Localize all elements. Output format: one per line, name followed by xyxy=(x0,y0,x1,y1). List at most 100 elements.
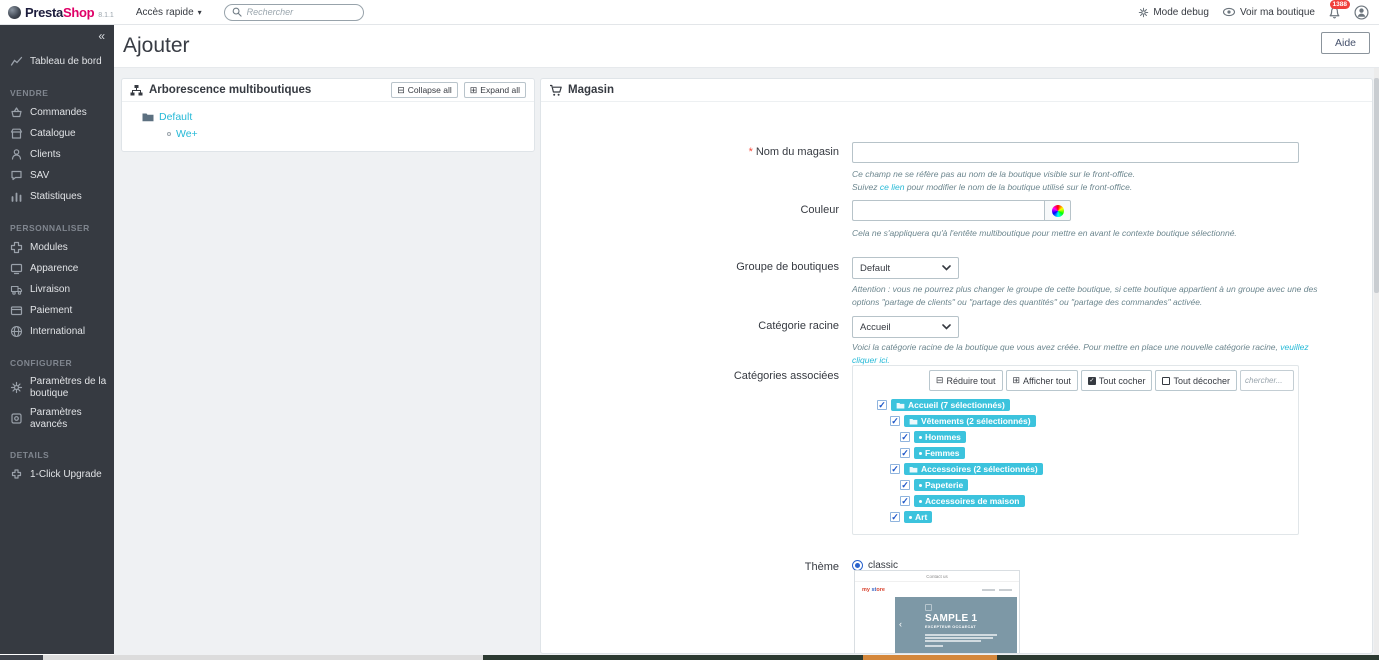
checked-box-icon: ✓ xyxy=(1088,377,1096,385)
categories-toolbar: ⊟ Réduire tout ⊞ Afficher tout ✓ Tout co… xyxy=(853,366,1298,391)
sidebar-section-configurer: CONFIGURER xyxy=(10,358,114,368)
dashboard-chart-icon xyxy=(10,55,23,68)
topbar: PrestaShop 8.1.1 Accès rapide ▾ Mode deb… xyxy=(0,0,1379,25)
root-category-select[interactable]: Accueil xyxy=(852,316,959,338)
sidebar-item-1-click-upgrade[interactable]: 1-Click Upgrade xyxy=(0,464,114,485)
sidebar: « Tableau de bord VENDRE Commandes Catal… xyxy=(0,25,114,654)
view-shop-label: Voir ma boutique xyxy=(1240,7,1315,18)
sidebar-item-sav[interactable]: SAV xyxy=(0,165,114,186)
person-icon xyxy=(10,148,23,161)
theme-preview-thumbnail: Contact us my store ‹ SAMPLE 1 EXCEPTEUR… xyxy=(854,570,1020,654)
categories-tree-widget: ⊟ Réduire tout ⊞ Afficher tout ✓ Tout co… xyxy=(852,365,1299,535)
prestashop-logo[interactable]: PrestaShop 8.1.1 xyxy=(8,5,114,20)
profile-button[interactable] xyxy=(1354,5,1369,20)
category-tree-item[interactable]: ✓ Accessoires de maison xyxy=(900,495,1298,507)
sidebar-item-label: 1-Click Upgrade xyxy=(30,469,102,481)
search-input[interactable] xyxy=(247,7,347,17)
scrollbar-thumb[interactable] xyxy=(1374,78,1379,293)
sidebar-item-clients[interactable]: Clients xyxy=(0,144,114,165)
quick-access-menu[interactable]: Accès rapide ▾ xyxy=(136,7,202,18)
globe-icon xyxy=(10,325,23,338)
bullet-icon xyxy=(919,500,922,503)
bullet-icon xyxy=(909,516,912,519)
category-label: Accessoires (2 sélectionnés) xyxy=(921,464,1038,474)
sidebar-item-parametres-avances[interactable]: Paramètres avancés xyxy=(0,403,114,434)
multistore-group-link[interactable]: Default xyxy=(159,111,192,123)
global-search[interactable] xyxy=(224,4,364,21)
shop-group-value: Default xyxy=(860,263,890,274)
help-button[interactable]: Aide xyxy=(1321,32,1370,54)
color-picker-button[interactable] xyxy=(1044,200,1071,221)
quick-access-label: Accès rapide xyxy=(136,7,194,18)
category-tree-item[interactable]: ✓ Art xyxy=(890,511,1298,523)
shop-name-help-link[interactable]: ce lien xyxy=(880,182,905,192)
gear-icon xyxy=(10,381,23,394)
mode-debug-button[interactable]: Mode debug xyxy=(1138,7,1209,18)
sidebar-item-commandes[interactable]: Commandes xyxy=(0,102,114,123)
sidebar-item-international[interactable]: International xyxy=(0,321,114,342)
preview-contact-link: Contact us xyxy=(855,571,1019,582)
sidebar-section-personnaliser: PERSONNALISER xyxy=(10,223,114,233)
sidebar-item-apparence[interactable]: Apparence xyxy=(0,258,114,279)
categories-label: Catégories associées xyxy=(541,370,839,382)
sidebar-item-label: Paramètres avancés xyxy=(30,407,110,430)
preview-nav-links xyxy=(982,589,1012,591)
view-shop-button[interactable]: Voir ma boutique xyxy=(1222,7,1315,18)
category-tree-item[interactable]: ✓ Accueil (7 sélectionnés) xyxy=(877,399,1298,411)
sidebar-item-tableau-de-bord[interactable]: Tableau de bord xyxy=(0,51,114,72)
sidebar-item-statistiques[interactable]: Statistiques xyxy=(0,186,114,207)
shop-group-select[interactable]: Default xyxy=(852,257,959,279)
checkbox-icon[interactable]: ✓ xyxy=(900,480,910,490)
uncheck-all-button[interactable]: Tout décocher xyxy=(1155,370,1237,391)
chevron-down-icon xyxy=(942,324,951,330)
checkbox-icon[interactable]: ✓ xyxy=(877,400,887,410)
checkbox-icon[interactable]: ✓ xyxy=(890,464,900,474)
category-tree-item[interactable]: ✓ Accessoires (2 sélectionnés) xyxy=(890,463,1298,475)
color-input[interactable] xyxy=(852,200,1044,221)
category-label: Femmes xyxy=(925,448,960,458)
puzzle-icon xyxy=(10,241,23,254)
checkbox-icon[interactable]: ✓ xyxy=(890,416,900,426)
bar-chart-icon xyxy=(10,190,23,203)
check-all-button[interactable]: ✓ Tout cocher xyxy=(1081,370,1153,391)
checkbox-icon[interactable]: ✓ xyxy=(900,432,910,442)
multistore-tree-title: Arborescence multiboutiques xyxy=(149,84,311,96)
category-tree-item[interactable]: ✓ Vêtements (2 sélectionnés) xyxy=(890,415,1298,427)
sidebar-item-paiement[interactable]: Paiement xyxy=(0,300,114,321)
sidebar-item-modules[interactable]: Modules xyxy=(0,237,114,258)
puzzle-piece-icon xyxy=(10,468,23,481)
reduce-all-button[interactable]: ⊟ Réduire tout xyxy=(929,370,1003,391)
shop-group-label: Groupe de boutiques xyxy=(541,261,839,273)
categories-search-input[interactable] xyxy=(1240,370,1294,391)
reduce-all-label: Réduire tout xyxy=(946,376,995,386)
category-tree-item[interactable]: ✓ Papeterie xyxy=(900,479,1298,491)
expand-all-button[interactable]: ⊞ Expand all xyxy=(464,82,526,98)
sidebar-item-catalogue[interactable]: Catalogue xyxy=(0,123,114,144)
checkbox-icon[interactable]: ✓ xyxy=(900,496,910,506)
sidebar-item-label: Livraison xyxy=(30,284,70,296)
category-tree-item[interactable]: ✓ Hommes xyxy=(900,431,1298,443)
sidebar-item-label: Catalogue xyxy=(30,128,76,140)
sidebar-item-label: Tableau de bord xyxy=(30,56,102,68)
category-tree-item[interactable]: ✓ Femmes xyxy=(900,447,1298,459)
page-title: Ajouter xyxy=(123,34,190,58)
category-label: Accessoires de maison xyxy=(925,496,1020,506)
notification-badge: 1388 xyxy=(1330,0,1350,9)
checkbox-icon[interactable]: ✓ xyxy=(900,448,910,458)
sidebar-collapse-button[interactable]: « xyxy=(0,25,114,43)
show-all-button[interactable]: ⊞ Afficher tout xyxy=(1006,370,1078,391)
user-avatar-icon xyxy=(1354,5,1369,20)
checkbox-icon[interactable]: ✓ xyxy=(890,512,900,522)
collapse-all-button[interactable]: ⊟ Collapse all xyxy=(391,82,458,98)
shop-name-input[interactable] xyxy=(852,142,1299,163)
theme-label: Thème xyxy=(541,561,839,573)
notifications-button[interactable]: 1388 xyxy=(1328,6,1341,19)
store-icon xyxy=(10,127,23,140)
sidebar-item-label: Apparence xyxy=(30,263,78,275)
sidebar-item-parametres-boutique[interactable]: Paramètres de la boutique xyxy=(0,372,114,403)
prestashop-logo-icon xyxy=(8,6,21,19)
carousel-left-arrow-icon: ‹ xyxy=(899,619,902,629)
multistore-shop-link[interactable]: We+ xyxy=(176,128,198,140)
shop-form-panel: Magasin *Nom du magasin Ce champ ne se r… xyxy=(540,78,1373,654)
sidebar-item-livraison[interactable]: Livraison xyxy=(0,279,114,300)
